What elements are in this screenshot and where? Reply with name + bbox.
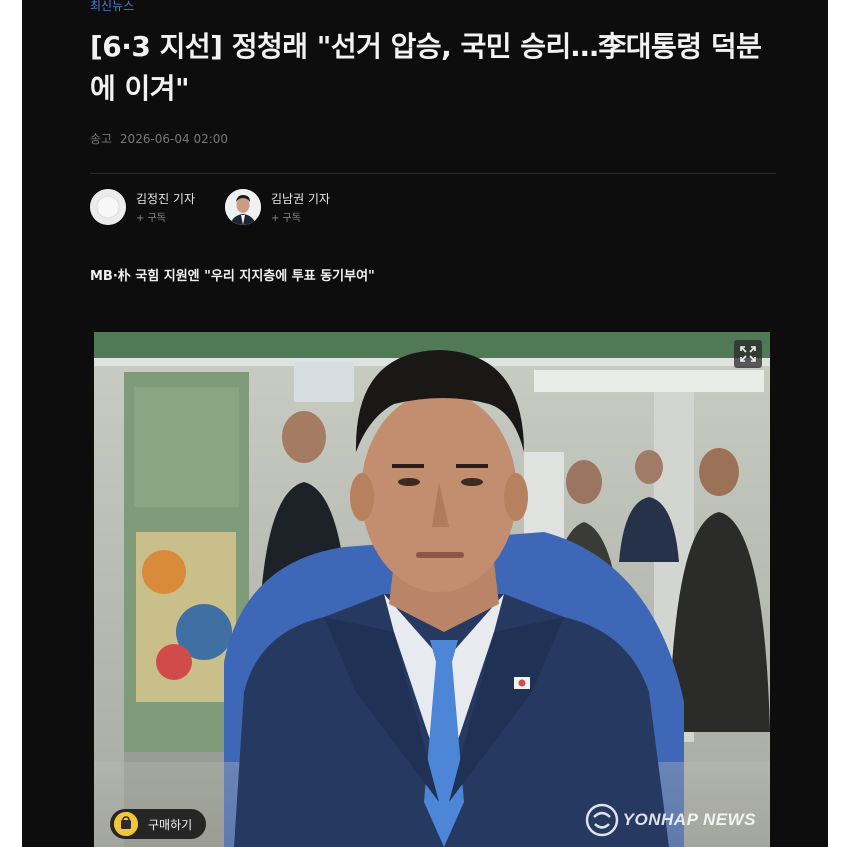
buy-photo-button[interactable]: 구매하기 <box>110 809 207 839</box>
publish-dateline: 송고 2026-06-04 02:00 <box>90 130 228 147</box>
expand-icon[interactable] <box>734 340 762 368</box>
buy-photo-label: 구매하기 <box>148 817 193 832</box>
yonhap-logo-icon <box>585 803 618 837</box>
article-subheadline: MB·朴 국힘 지원엔 "우리 지지층에 투표 동기부여" <box>90 269 375 284</box>
photo-watermark: YONHAP NEWS <box>585 803 756 837</box>
reporter-name[interactable]: 김정진 기자 <box>136 190 195 207</box>
reporter-name[interactable]: 김남권 기자 <box>271 190 330 207</box>
publish-datetime: 2026-06-04 02:00 <box>119 132 229 146</box>
reporter-avatar <box>225 189 261 225</box>
subscribe-button[interactable]: + 구독 <box>271 209 301 224</box>
article-photo[interactable]: 구매하기 YONHAP NEWS <box>94 332 770 847</box>
coin-icon <box>114 812 138 836</box>
photo-illustration <box>94 332 770 847</box>
reporter-avatar-placeholder <box>90 189 126 225</box>
subscribe-button[interactable]: + 구독 <box>136 209 166 224</box>
watermark-text: YONHAP NEWS <box>622 810 756 829</box>
category-link[interactable]: 최신뉴스 <box>90 0 134 14</box>
header-divider <box>90 173 776 174</box>
article-headline: [6·3 지선] 정청래 "선거 압승, 국민 승리…李대통령 덕분에 이겨" <box>90 30 762 105</box>
article-page: 최신뉴스 [6·3 지선] 정청래 "선거 압승, 국민 승리…李대통령 덕분에… <box>22 0 828 847</box>
dateline-label: 송고 <box>90 132 113 146</box>
